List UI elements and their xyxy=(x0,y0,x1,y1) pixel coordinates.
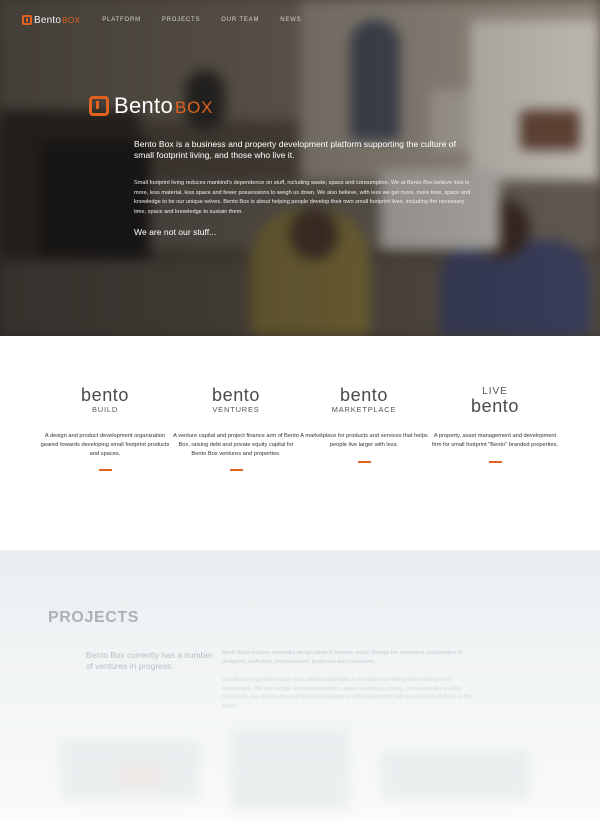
projects-section: PROJECTS Bento Box currently has a numbe… xyxy=(0,550,600,820)
nav-item-news[interactable]: NEWS xyxy=(280,17,301,23)
projects-paragraph-live: Live Bento properties inspire open-minde… xyxy=(222,677,472,709)
hero-tagline: We are not our stuff... xyxy=(134,227,217,237)
top-navigation: Bento BOX PLATFORM PROJECTS OUR TEAM NEW… xyxy=(22,12,582,28)
venture-card-bento-marketplace[interactable]: bento MARKETPLACE A marketplace for prod… xyxy=(299,386,429,463)
accent-divider xyxy=(357,460,371,463)
projects-title: PROJECTS xyxy=(48,609,140,626)
accent-divider xyxy=(229,469,243,472)
bento-marketplace-logo: bento MARKETPLACE xyxy=(299,386,429,418)
hero-lead-text: Bento Box is a business and property dev… xyxy=(134,139,456,160)
hero-body-text: Small footprint living reduces mankind's… xyxy=(134,180,471,215)
venture-description: A marketplace for products and services … xyxy=(300,433,428,448)
venture-logo-main: bento xyxy=(211,385,261,405)
projects-paragraph-build: Bento Build enables minimalist design id… xyxy=(222,650,463,665)
bento-box-logo-icon xyxy=(22,15,32,25)
bento-build-logo: bento BUILD xyxy=(40,386,170,418)
projects-faded-background xyxy=(0,710,600,820)
venture-logo-sub: BUILD xyxy=(91,405,119,414)
nav-logo-word-bento: Bento xyxy=(34,14,62,26)
venture-description: A venture capital and project finance ar… xyxy=(173,433,299,457)
nav-item-our-team[interactable]: OUR TEAM xyxy=(221,17,259,23)
hero-logo-word-box: BOX xyxy=(175,97,214,117)
nav-logo-word-box: BOX xyxy=(62,15,81,25)
venture-description: A design and product development organiz… xyxy=(40,433,170,457)
venture-card-bento-ventures[interactable]: bento VENTURES A venture capital and pro… xyxy=(171,386,301,472)
nav-item-projects[interactable]: PROJECTS xyxy=(162,17,200,23)
nav-item-platform[interactable]: PLATFORM xyxy=(102,17,141,23)
hero-logo-word-bento: Bento xyxy=(114,93,173,118)
nav-logo[interactable]: Bento BOX xyxy=(22,15,80,26)
ventures-section: bento BUILD A design and product develop… xyxy=(0,336,600,550)
venture-card-bento-build[interactable]: bento BUILD A design and product develop… xyxy=(40,386,170,472)
accent-divider xyxy=(98,469,112,472)
projects-subtitle: Bento Box currently has a number of vent… xyxy=(86,650,213,671)
live-bento-logo: LIVE bento xyxy=(430,386,560,418)
accent-divider xyxy=(488,460,502,463)
venture-logo-sub: MARKETPLACE xyxy=(331,405,397,414)
venture-logo-main: bento xyxy=(470,396,520,416)
venture-description: A property, asset management and develop… xyxy=(431,433,559,448)
bento-box-logo-icon xyxy=(89,96,109,116)
venture-logo-main: bento xyxy=(339,385,389,405)
hero-logo: Bento BOX xyxy=(89,93,213,119)
venture-logo-main: bento xyxy=(80,385,130,405)
bento-ventures-logo: bento VENTURES xyxy=(171,386,301,418)
venture-card-live-bento[interactable]: LIVE bento A property, asset management … xyxy=(430,386,560,463)
venture-logo-sub: VENTURES xyxy=(212,405,260,414)
hero-section: Bento BOX PLATFORM PROJECTS OUR TEAM NEW… xyxy=(0,0,600,336)
